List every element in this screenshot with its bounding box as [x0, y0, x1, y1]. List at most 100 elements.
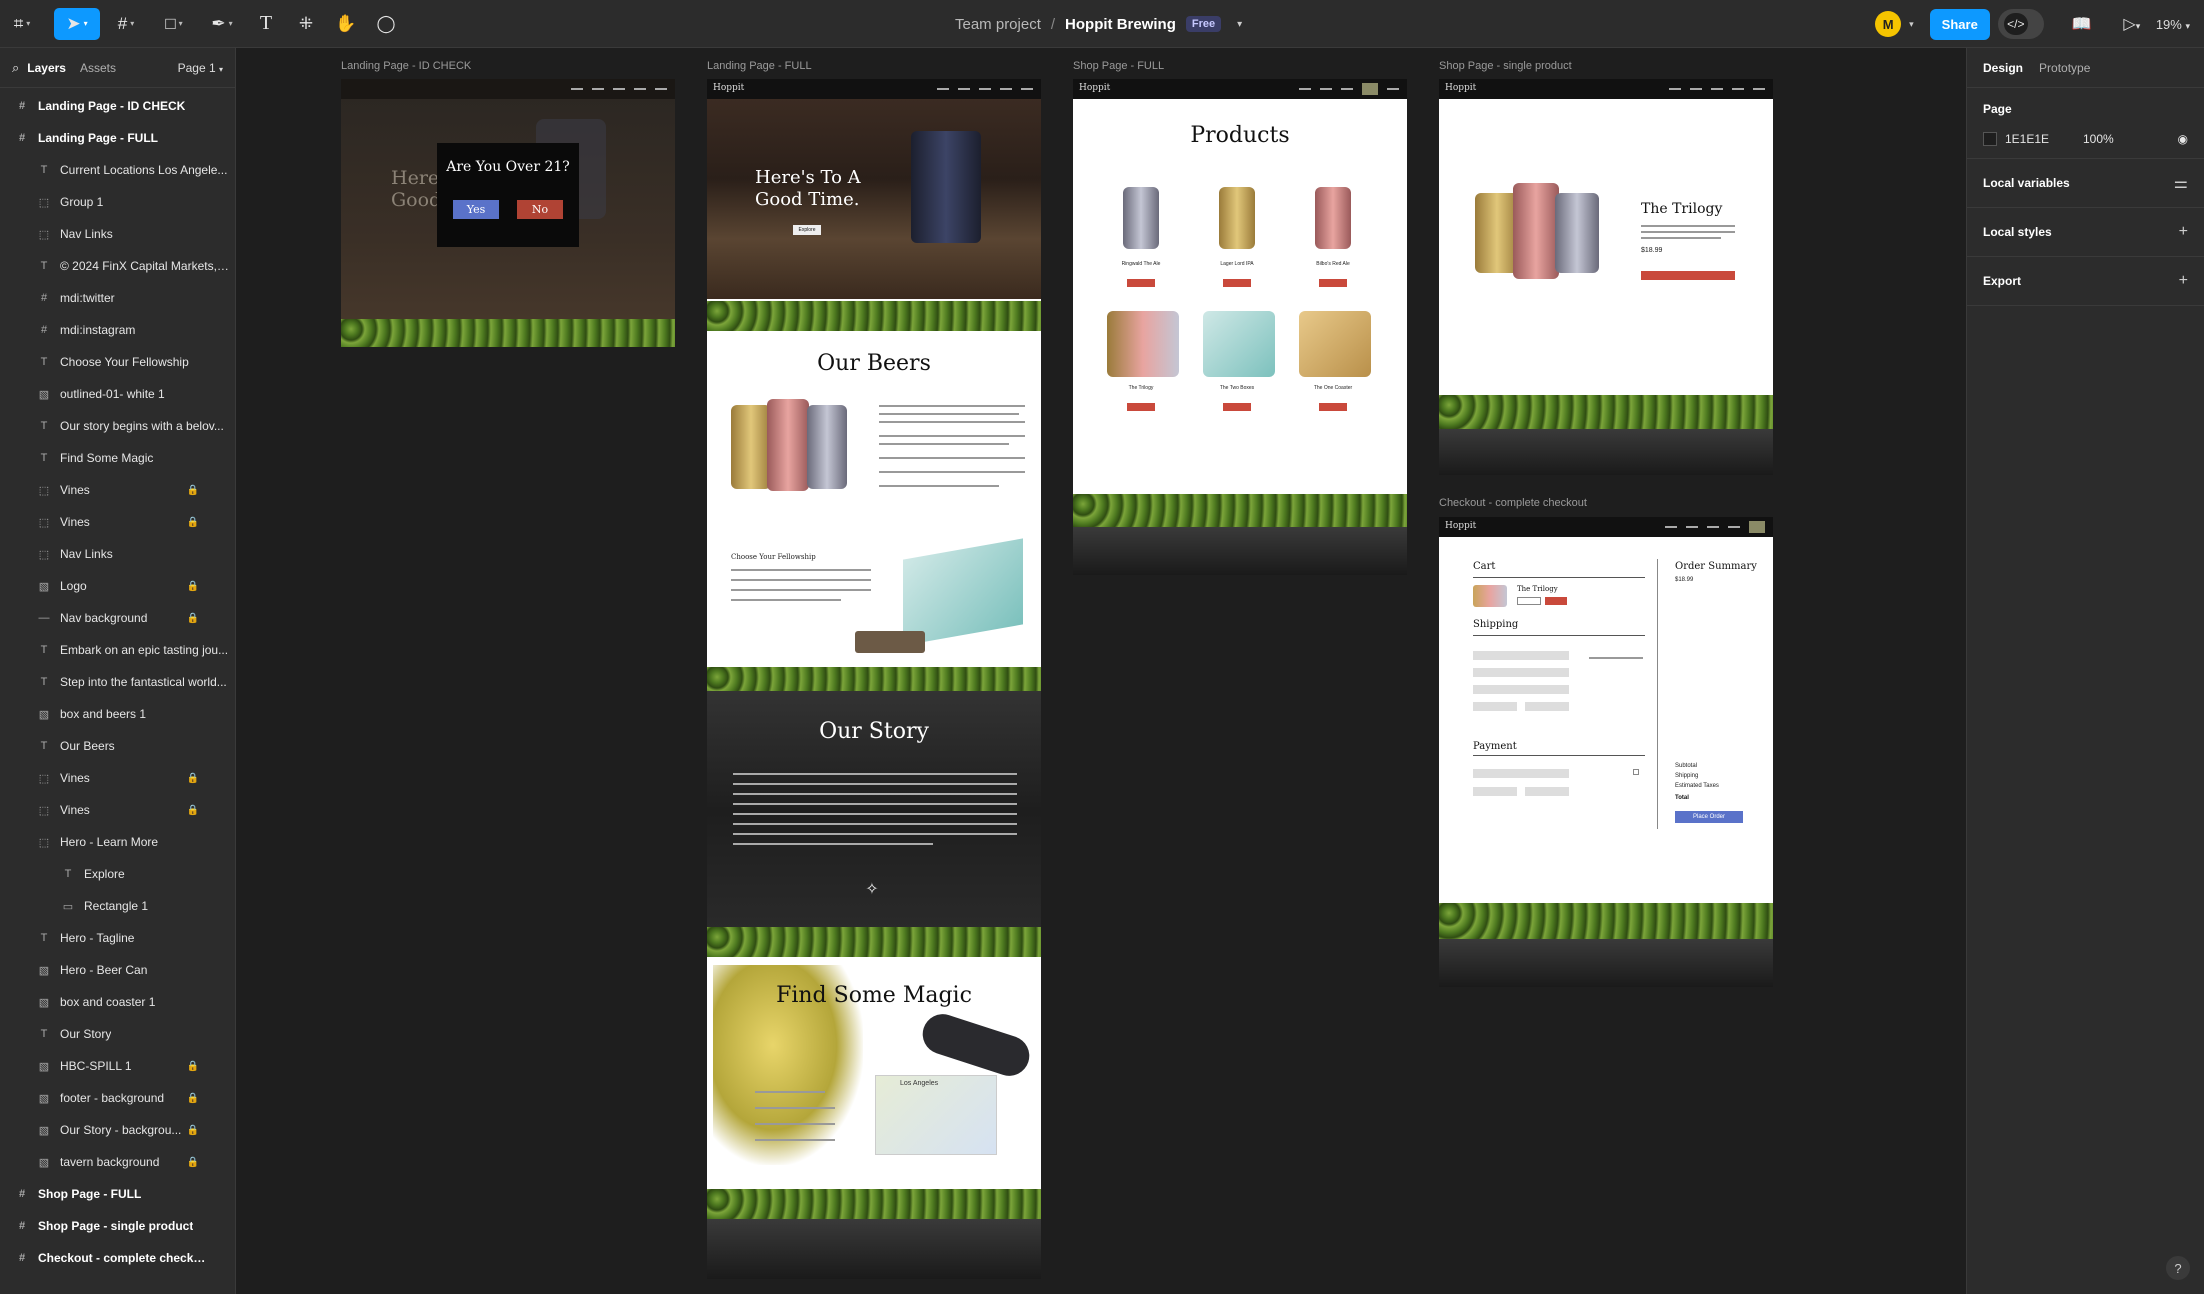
resources-button[interactable]: ⁜ — [288, 8, 324, 40]
address-field[interactable] — [1473, 651, 1569, 660]
plus-icon[interactable]: + — [2179, 223, 2188, 241]
export-section[interactable]: Export + — [1967, 257, 2204, 306]
project-name[interactable]: Team project — [955, 16, 1041, 33]
layer-row[interactable]: ▧ box and beers 1 — [0, 698, 235, 730]
frame-label-shop-full[interactable]: Shop Page - FULL — [1073, 60, 1164, 72]
layer-row[interactable]: ⬚ Group 1 — [0, 186, 235, 218]
layer-row[interactable]: T Our Beers — [0, 730, 235, 762]
city-field[interactable] — [1473, 685, 1569, 694]
zoom-level[interactable]: 19% ▾ — [2156, 17, 2190, 32]
frame-tool-button[interactable]: # ▾ — [104, 8, 148, 40]
color-swatch[interactable] — [1983, 132, 1997, 146]
tab-design[interactable]: Design — [1983, 61, 2023, 75]
product-image[interactable] — [1203, 311, 1275, 377]
local-styles-section[interactable]: Local styles + — [1967, 208, 2204, 257]
tab-layers[interactable]: Layers — [27, 61, 66, 75]
main-menu-button[interactable]: ⌗ ▾ — [4, 8, 40, 40]
add-to-cart-button[interactable] — [1319, 403, 1347, 411]
frame-label-landing-full[interactable]: Landing Page - FULL — [707, 60, 812, 72]
no-button[interactable]: No — [517, 200, 563, 219]
layer-row[interactable]: ▧ Our Story - backgrou... 🔒 — [0, 1114, 235, 1146]
product-image[interactable] — [1107, 311, 1179, 377]
card-number-field[interactable] — [1473, 769, 1569, 778]
plus-icon[interactable]: + — [2179, 272, 2188, 290]
tab-prototype[interactable]: Prototype — [2039, 61, 2090, 75]
product-image[interactable] — [1315, 187, 1351, 249]
present-icon[interactable]: ▷▾ — [2116, 14, 2148, 34]
layer-row[interactable]: # Landing Page - ID CHECK — [0, 90, 235, 122]
page-opacity-value[interactable]: 100% — [2083, 132, 2114, 146]
layer-row[interactable]: ▧ Hero - Beer Can — [0, 954, 235, 986]
lock-icon[interactable]: 🔒 — [187, 613, 199, 624]
quantity-stepper[interactable] — [1517, 597, 1541, 605]
move-tool-button[interactable]: ➤ ▾ — [54, 7, 100, 40]
comment-tool-button[interactable]: ◯ — [368, 8, 404, 40]
zip-field[interactable] — [1525, 702, 1569, 711]
state-field[interactable] — [1473, 702, 1517, 711]
layer-row[interactable]: T Our Story — [0, 1018, 235, 1050]
eye-icon[interactable]: ◉ — [2178, 132, 2188, 146]
layer-row[interactable]: T Step into the fantastical world... — [0, 666, 235, 698]
address-field[interactable] — [1473, 668, 1569, 677]
sliders-icon[interactable]: ⚌ — [2174, 173, 2188, 193]
yes-button[interactable]: Yes — [453, 200, 499, 219]
billing-checkbox[interactable] — [1633, 769, 1639, 775]
page-color-value[interactable]: 1E1E1E — [2005, 132, 2075, 146]
cvv-field[interactable] — [1525, 787, 1569, 796]
layer-row[interactable]: T Explore — [0, 858, 235, 890]
frame-label-checkout[interactable]: Checkout - complete checkout — [1439, 497, 1587, 509]
pen-tool-button[interactable]: ✒ ▾ — [200, 8, 244, 40]
layer-row[interactable]: ⬚ Vines 🔒 — [0, 506, 235, 538]
product-image[interactable] — [1123, 187, 1159, 249]
lock-icon[interactable]: 🔒 — [187, 517, 199, 528]
add-to-cart-button[interactable] — [1223, 403, 1251, 411]
remove-button[interactable] — [1545, 597, 1567, 605]
chevron-down-icon[interactable]: ▾ — [1909, 19, 1914, 30]
add-to-cart-button[interactable] — [1127, 403, 1155, 411]
lock-icon[interactable]: 🔒 — [187, 773, 199, 784]
search-icon[interactable]: ⌕ — [12, 60, 19, 76]
product-image[interactable] — [1299, 311, 1371, 377]
canvas[interactable]: Landing Page - ID CHECK Here's A Good Ar… — [237, 49, 1965, 1294]
layer-row[interactable]: ⬚ Nav Links — [0, 218, 235, 250]
layer-row[interactable]: # mdi:instagram — [0, 314, 235, 346]
frame-checkout[interactable]: Hoppit Cart The Trilogy Shipping Payment… — [1439, 517, 1773, 987]
layer-row[interactable]: ⬚ Nav Links — [0, 538, 235, 570]
layer-row[interactable]: ▧ box and coaster 1 — [0, 986, 235, 1018]
frame-id-check[interactable]: Here's A Good Are You Over 21? Yes No — [341, 79, 675, 347]
layer-row[interactable]: T Our story begins with a belov... — [0, 410, 235, 442]
layer-row[interactable]: # Shop Page - single product — [0, 1210, 235, 1242]
layer-row[interactable]: # Landing Page - FULL — [0, 122, 235, 154]
chevron-down-icon[interactable]: ▾ — [1237, 19, 1242, 30]
lock-icon[interactable]: 🔒 — [187, 1125, 199, 1136]
layer-row[interactable]: ▧ Logo 🔒 — [0, 570, 235, 602]
layer-row[interactable]: # Shop Page - FULL — [0, 1178, 235, 1210]
layer-row[interactable]: ⬚ Hero - Learn More — [0, 826, 235, 858]
layer-row[interactable]: T © 2024 FinX Capital Markets, ... — [0, 250, 235, 282]
layer-row[interactable]: ▭ Rectangle 1 — [0, 890, 235, 922]
tab-assets[interactable]: Assets — [80, 61, 116, 75]
layer-row[interactable]: # Checkout - complete checkout — [0, 1242, 235, 1274]
hand-tool-button[interactable]: ✋ — [328, 8, 364, 40]
layer-row[interactable]: ▧ footer - background 🔒 — [0, 1082, 235, 1114]
shape-tool-button[interactable]: □ ▾ — [152, 8, 196, 40]
avatar[interactable]: M — [1875, 11, 1902, 37]
lock-icon[interactable]: 🔒 — [187, 1061, 199, 1072]
layer-row[interactable]: T Choose Your Fellowship — [0, 346, 235, 378]
add-to-cart-button[interactable] — [1641, 271, 1735, 280]
layer-row[interactable]: ⬚ Vines 🔒 — [0, 762, 235, 794]
layer-row[interactable]: ▧ tavern background 🔒 — [0, 1146, 235, 1178]
expiry-field[interactable] — [1473, 787, 1517, 796]
layer-row[interactable]: T Find Some Magic — [0, 442, 235, 474]
layer-row[interactable]: ⬚ Vines 🔒 — [0, 474, 235, 506]
layer-row[interactable]: T Current Locations Los Angele... — [0, 154, 235, 186]
layer-row[interactable]: ⬚ Vines 🔒 — [0, 794, 235, 826]
frame-landing-full[interactable]: Hoppit Here's To A Good Time. Explore Ou… — [707, 79, 1041, 1279]
file-name[interactable]: Hoppit Brewing — [1065, 16, 1176, 33]
layer-row[interactable]: T Hero - Tagline — [0, 922, 235, 954]
frame-label-id-check[interactable]: Landing Page - ID CHECK — [341, 60, 471, 72]
layer-row[interactable]: ▧ outlined-01- white 1 — [0, 378, 235, 410]
add-to-cart-button[interactable] — [1127, 279, 1155, 287]
layer-row[interactable]: T Embark on an epic tasting jou... — [0, 634, 235, 666]
text-tool-button[interactable]: T — [248, 8, 284, 40]
